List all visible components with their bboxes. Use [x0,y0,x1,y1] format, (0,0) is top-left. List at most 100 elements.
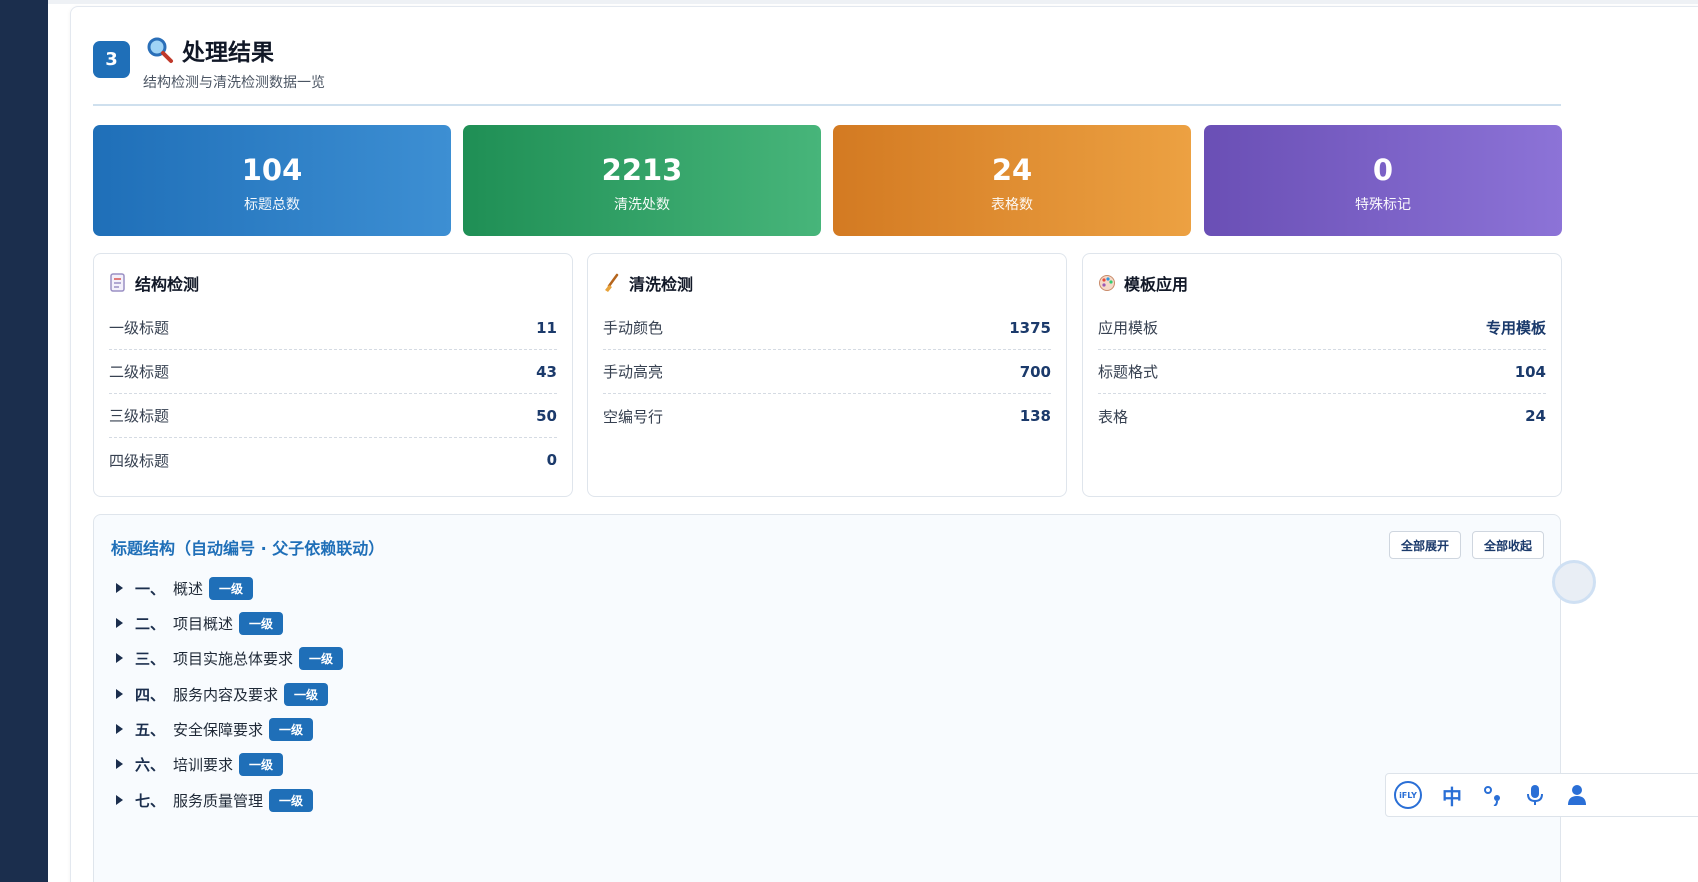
document-icon [110,273,125,292]
card-title: 清洗检测 [629,275,694,294]
row-label: 标题格式 [1098,363,1159,381]
level-badge: 一级 [299,646,344,670]
row-label: 表格 [1098,407,1129,426]
tree-title: 标题结构（自动编号 · 父子依赖联动） [111,539,385,558]
page-subtitle: 结构检测与清洗检测数据一览 [143,75,325,91]
stat-card-special: 0 特殊标记 [1204,125,1562,236]
row-value: 50 [536,406,557,425]
row-label: 一级标题 [109,319,170,337]
step-badge: 3 [93,41,130,78]
row-label: 二级标题 [109,363,170,381]
stat-card-headings: 104 标题总数 [93,125,451,236]
ifly-logo-icon[interactable]: iFLY [1394,781,1422,809]
row-value: 700 [1019,362,1051,381]
magnifier-icon [147,37,173,63]
title-divider [93,104,1561,106]
level-badge: 一级 [209,576,254,600]
row-value: 24 [1525,407,1546,425]
row-value: 104 [1514,362,1546,381]
template-card: 模板应用 应用模板 专用模板 标题格式 104 表格 24 [1082,253,1562,497]
tree-item[interactable]: 三、 项目实施总体要求 一级 [116,645,344,671]
heading-text: 培训要求 [173,755,234,774]
punctuation-icon[interactable] [1482,784,1504,806]
stat-card-cleaning: 2213 清洗处数 [463,125,821,236]
stat-row: 四级标题 0 [109,438,557,482]
level-badge: 一级 [239,611,284,635]
heading-text: 项目概述 [173,614,234,633]
app-sidebar [0,0,48,882]
expand-caret-icon[interactable] [116,724,123,734]
stat-value: 24 [991,153,1033,187]
stat-label: 特殊标记 [1355,197,1411,213]
stat-row: 应用模板 专用模板 [1098,306,1546,350]
heading-number: 四、 [135,685,166,704]
heading-number: 五、 [135,720,166,739]
stat-row: 一级标题 11 [109,306,557,350]
row-label: 手动高亮 [603,363,664,381]
heading-text: 项目实施总体要求 [173,649,294,668]
microphone-icon[interactable] [1524,783,1546,807]
palette-icon [1099,275,1115,291]
expand-caret-icon[interactable] [116,653,123,663]
heading-text: 服务质量管理 [173,791,264,810]
card-title: 结构检测 [135,275,200,294]
stat-row: 三级标题 50 [109,394,557,438]
expand-caret-icon[interactable] [116,759,123,769]
stat-row: 标题格式 104 [1098,350,1546,394]
level-badge: 一级 [239,752,284,776]
expand-caret-icon[interactable] [116,618,123,628]
tree-item[interactable]: 四、 服务内容及要求 一级 [116,681,329,707]
stat-label: 标题总数 [244,197,300,213]
assistant-avatar[interactable] [1552,560,1596,604]
expand-caret-icon[interactable] [116,689,123,699]
stat-row: 表格 24 [1098,394,1546,438]
heading-text: 概述 [173,579,204,598]
stat-label: 清洗处数 [614,197,670,213]
stat-label: 表格数 [991,197,1033,213]
row-value: 138 [1019,407,1051,425]
broom-icon [605,273,619,292]
stat-row: 空编号行 138 [603,394,1051,438]
heading-number: 七、 [135,791,166,810]
row-label: 四级标题 [109,451,170,470]
stat-row: 手动高亮 700 [603,350,1051,394]
top-strip [48,0,1698,4]
cleaning-card: 清洗检测 手动颜色 1375 手动高亮 700 空编号行 138 [587,253,1067,497]
tree-item[interactable]: 五、 安全保障要求 一级 [116,716,314,742]
stat-row: 手动颜色 1375 [603,306,1051,350]
stat-card-tables: 24 表格数 [833,125,1191,236]
stat-value: 2213 [601,153,683,187]
card-title: 模板应用 [1124,275,1189,294]
stat-row: 二级标题 43 [109,350,557,394]
heading-number: 三、 [135,649,166,668]
ime-mode-toggle[interactable]: 中 [1442,781,1462,810]
heading-number: 一、 [135,579,166,598]
tree-item[interactable]: 一、 概述 一级 [116,575,254,601]
collapse-all-button[interactable]: 全部收起 [1471,531,1544,559]
tree-item[interactable]: 六、 培训要求 一级 [116,751,284,777]
row-value: 专用模板 [1485,319,1546,337]
ime-toolbar: iFLY 中 [1385,773,1698,817]
tree-item[interactable]: 二、 项目概述 一级 [116,610,284,636]
expand-caret-icon[interactable] [116,795,123,805]
heading-number: 二、 [135,614,166,633]
expand-caret-icon[interactable] [116,583,123,593]
row-label: 应用模板 [1098,319,1159,337]
row-label: 三级标题 [109,407,170,425]
user-icon[interactable] [1566,783,1588,807]
heading-text: 服务内容及要求 [173,685,279,704]
level-badge: 一级 [269,717,314,741]
page-title: 处理结果 [182,40,274,66]
heading-number: 六、 [135,755,166,774]
level-badge: 一级 [284,682,329,706]
row-value: 0 [546,451,557,469]
row-label: 手动颜色 [603,319,664,337]
heading-tree-panel: 标题结构（自动编号 · 父子依赖联动） 全部展开 全部收起 一、 概述 一级 二… [93,514,1561,882]
level-badge: 一级 [269,788,314,812]
tree-item[interactable]: 七、 服务质量管理 一级 [116,787,314,813]
stat-value: 104 [241,153,303,187]
row-value: 43 [536,362,557,381]
expand-all-button[interactable]: 全部展开 [1388,531,1461,559]
stat-value: 0 [1372,153,1394,187]
row-label: 空编号行 [603,407,664,426]
